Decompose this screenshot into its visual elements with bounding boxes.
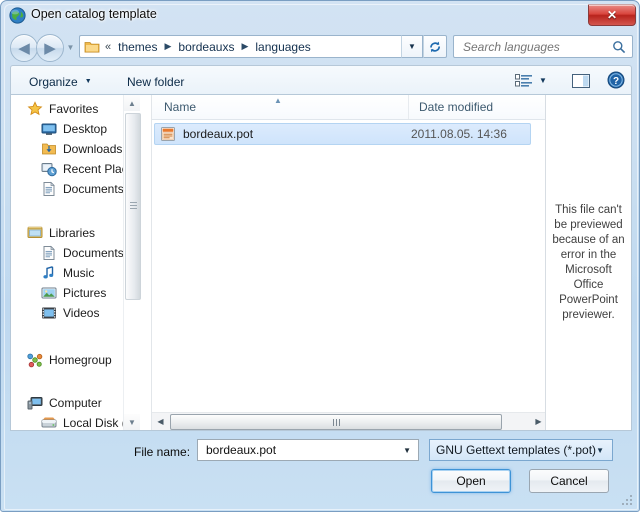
forward-button[interactable]: ▶ (36, 34, 64, 62)
sidebar-label: Libraries (49, 226, 96, 240)
sidebar-label: Pictures (63, 286, 107, 300)
desktop-icon (41, 121, 57, 137)
breadcrumb-item-languages[interactable]: languages (253, 39, 312, 55)
open-catalog-template-dialog: Open catalog template ✕ ◀ ▶ ▼ « themes ▶… (0, 0, 640, 512)
breadcrumb-arrow-icon: ▶ (164, 41, 172, 51)
breadcrumb-arrow-icon: ▶ (241, 41, 249, 51)
computer-icon (27, 395, 43, 411)
sidebar-label: Documents (63, 246, 124, 260)
address-bar-row: ◀ ▶ ▼ « themes ▶ bordeauxs ▶ languages ▼ (1, 31, 640, 63)
file-name-combobox[interactable]: ▼ (197, 439, 419, 461)
close-button[interactable]: ✕ (588, 4, 636, 26)
scroll-up-arrow-icon[interactable]: ▲ (124, 95, 140, 111)
help-icon[interactable]: ? (607, 71, 627, 91)
close-icon: ✕ (606, 8, 618, 22)
scrollbar-grip-icon (130, 202, 137, 209)
back-arrow-icon: ◀ (18, 39, 30, 57)
svg-text:?: ? (613, 76, 619, 87)
preview-pane: This file can't be previewed because of … (545, 95, 631, 430)
pane-splitter[interactable] (144, 95, 151, 430)
sidebar-label: Favorites (49, 102, 99, 116)
scrollbar-grip-icon (333, 419, 342, 426)
document-icon (41, 181, 57, 197)
chevron-down-icon[interactable]: ▼ (403, 446, 411, 455)
breadcrumb[interactable]: « themes ▶ bordeauxs ▶ languages (79, 35, 401, 58)
document-icon (41, 245, 57, 261)
cancel-button[interactable]: Cancel (529, 469, 609, 493)
breadcrumb-item-themes[interactable]: themes (116, 39, 159, 55)
folder-icon (84, 40, 100, 54)
sidebar-label: Music (63, 266, 95, 280)
sidebar-label: Downloads (63, 142, 123, 156)
title-bar: Open catalog template ✕ (2, 2, 640, 30)
preview-pane-icon[interactable] (569, 71, 593, 91)
chevron-down-icon: ▼ (84, 78, 92, 85)
breadcrumb-overflow-icon[interactable]: « (105, 41, 111, 53)
file-date-modified: 2011.08.05. 14:36 (411, 127, 507, 141)
forward-arrow-icon: ▶ (44, 39, 56, 57)
resize-grip-icon[interactable] (622, 495, 633, 506)
globe-icon (9, 7, 26, 24)
open-button[interactable]: Open (431, 469, 511, 493)
dialog-content: Favorites Desktop Downloads Recent Place… (10, 94, 632, 431)
column-header-row: Name ▲ Date modified (152, 95, 547, 120)
sidebar-label: Homegroup (49, 353, 112, 367)
file-list-horizontal-scrollbar[interactable]: ◀ ▶ (152, 412, 547, 430)
chevron-down-icon: ▼ (596, 446, 604, 455)
file-list: Name ▲ Date modified bordeaux.pot 2011.0… (151, 95, 547, 430)
recent-places-icon (41, 161, 57, 177)
view-mode-caret-icon[interactable]: ▼ (539, 76, 547, 85)
homegroup-icon (27, 352, 43, 368)
window-title: Open catalog template (31, 7, 157, 21)
sidebar-label: Documents (63, 182, 124, 196)
table-row[interactable]: bordeaux.pot 2011.08.05. 14:36 (154, 123, 531, 145)
refresh-icon[interactable] (423, 35, 447, 58)
star-icon (27, 101, 43, 117)
sidebar-label: Desktop (63, 122, 108, 136)
new-folder-label: New folder (127, 74, 185, 89)
scrollbar-thumb[interactable] (125, 113, 141, 300)
preview-error-message: This file can't be previewed because of … (552, 203, 625, 321)
search-icon (612, 40, 626, 57)
scroll-left-arrow-icon[interactable]: ◀ (152, 413, 169, 429)
downloads-icon (41, 141, 57, 157)
navigation-pane-scrollbar[interactable]: ▲ ▼ (123, 95, 141, 430)
videos-icon (41, 305, 57, 321)
file-type-value: GNU Gettext templates (*.pot) (436, 443, 597, 457)
organize-label: Organize (29, 74, 78, 89)
history-dropdown-button[interactable]: ▼ (65, 42, 76, 52)
scrollbar-thumb[interactable] (170, 414, 502, 430)
column-header-date-modified[interactable]: Date modified (409, 95, 547, 119)
toolbar: Organize ▼ New folder ▼ ? (10, 65, 632, 95)
search-box[interactable] (453, 35, 633, 58)
file-name-label: File name: (134, 445, 191, 459)
navigation-pane: Favorites Desktop Downloads Recent Place… (11, 95, 143, 430)
file-type-combobox[interactable]: GNU Gettext templates (*.pot) ▼ (429, 439, 613, 461)
breadcrumb-item-bordeauxs[interactable]: bordeauxs (176, 39, 236, 55)
file-name-input[interactable] (204, 442, 393, 458)
new-folder-button[interactable]: New folder (121, 72, 190, 91)
column-label: Date modified (419, 100, 494, 114)
sort-ascending-icon: ▲ (274, 96, 282, 105)
search-input[interactable] (461, 38, 605, 55)
view-mode-icon[interactable] (511, 71, 537, 91)
organize-button[interactable]: Organize ▼ (23, 72, 98, 91)
column-label: Name (164, 100, 197, 114)
file-name: bordeaux.pot (183, 127, 254, 141)
scroll-down-arrow-icon[interactable]: ▼ (124, 414, 140, 430)
pictures-icon (41, 285, 57, 301)
column-header-name[interactable]: Name ▲ (152, 95, 409, 119)
breadcrumb-dropdown-button[interactable]: ▼ (401, 35, 423, 58)
drive-icon (41, 415, 57, 430)
powerpoint-template-icon (160, 126, 176, 142)
back-button[interactable]: ◀ (10, 34, 38, 62)
music-icon (41, 265, 57, 281)
sidebar-label: Computer (49, 396, 102, 410)
sidebar-label: Videos (63, 306, 100, 320)
libraries-icon (27, 225, 43, 241)
